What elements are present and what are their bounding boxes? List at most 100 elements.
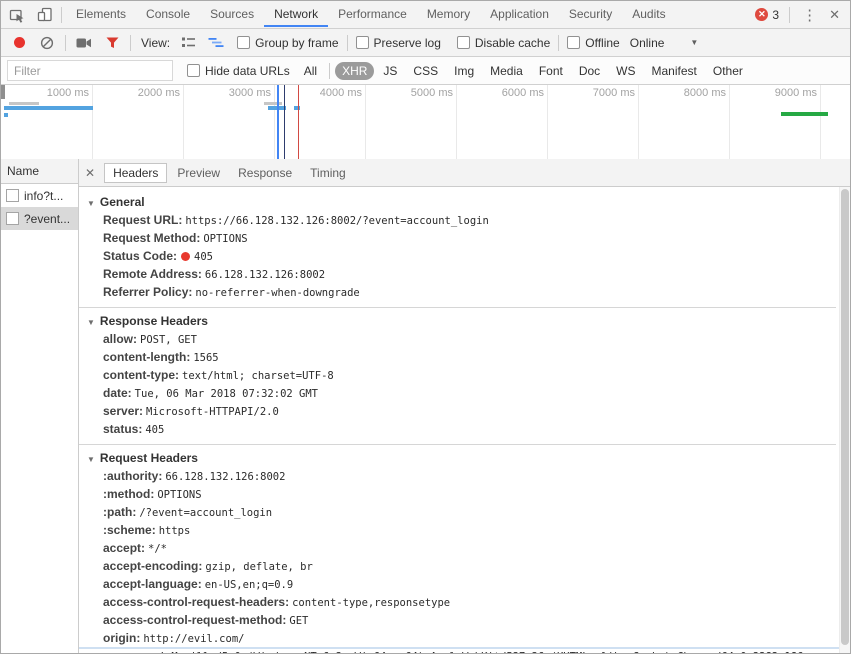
- record-button[interactable]: [8, 33, 30, 53]
- filter-pill-doc[interactable]: Doc: [572, 62, 607, 80]
- request-row[interactable]: info?t...: [1, 184, 78, 207]
- timeline-mark-blue-dash-2: [294, 106, 300, 110]
- throttling-select[interactable]: Online: [630, 36, 665, 50]
- close-detail-icon[interactable]: ✕: [79, 166, 103, 180]
- header-name: accept-language:: [103, 577, 202, 591]
- header-line: server: Microsoft-HTTPAPI/2.0: [79, 403, 836, 421]
- request-name: info?t...: [24, 188, 64, 203]
- header-line: content-length: 1565: [79, 349, 836, 367]
- section-header[interactable]: ▼ Response Headers: [79, 310, 836, 331]
- tab-application[interactable]: Application: [480, 2, 559, 27]
- header-value: Microsoft-HTTPAPI/2.0: [146, 406, 279, 418]
- header-name: Status Code:: [103, 249, 178, 263]
- panel-tabs: Elements Console Sources Network Performance…: [66, 1, 676, 28]
- tabbar-right-controls: ✕ 3 ⋮ ✕: [755, 6, 850, 24]
- tab-security[interactable]: Security: [559, 2, 622, 27]
- devtools-window: Elements Console Sources Network Performance…: [0, 0, 851, 654]
- triangle-down-icon: ▼: [87, 455, 95, 464]
- tab-performance[interactable]: Performance: [328, 2, 417, 27]
- hide-data-urls-checkbox[interactable]: [187, 64, 200, 77]
- header-name: content-type:: [103, 368, 179, 382]
- filter-pill-js[interactable]: JS: [376, 62, 404, 80]
- waterfall-icon: [208, 38, 224, 47]
- header-line: Request URL: https://66.128.132.126:8002/…: [79, 212, 836, 230]
- record-icon: [13, 37, 25, 48]
- timeline-gridline: 9000 ms: [729, 85, 821, 161]
- name-column-header[interactable]: Name: [1, 159, 78, 184]
- group-by-frame-checkbox[interactable]: [237, 36, 251, 49]
- filter-pill-ws[interactable]: WS: [609, 62, 642, 80]
- device-toolbar-icon[interactable]: [33, 5, 57, 25]
- filter-button[interactable]: [101, 33, 123, 53]
- filter-pill-media[interactable]: Media: [483, 62, 530, 80]
- timeline-mark-loading-bar-blue: [4, 106, 93, 110]
- divider: [329, 62, 331, 79]
- error-icon: ✕: [755, 8, 769, 21]
- resource-type-filters: All XHR JS CSS Img Media Font Doc WS Manifest Othe…: [296, 61, 751, 80]
- header-name: Remote Address:: [103, 267, 202, 281]
- tab-console[interactable]: Console: [136, 2, 200, 27]
- funnel-icon: [106, 37, 118, 48]
- header-line: :path:/?event=account_login: [79, 504, 836, 522]
- header-line: accept: */*: [79, 540, 836, 558]
- section-header[interactable]: ▼ Request Headers: [79, 447, 836, 468]
- tab-network[interactable]: Network: [264, 2, 328, 27]
- timeline-gridline: 6000 ms: [456, 85, 548, 161]
- network-overview-timeline[interactable]: 1000 ms 2000 ms 3000 ms 4000 ms 5000 ms 6000 …: [1, 85, 850, 162]
- header-line: :method: OPTIONS: [79, 486, 836, 504]
- timeline-tick-label: 6000 ms: [501, 87, 544, 99]
- scrollbar-thumb[interactable]: [841, 189, 849, 645]
- timeline-gridline: 1000 ms: [1, 85, 93, 161]
- timeline-tick-label: 4000 ms: [319, 87, 362, 99]
- overflow-menu-icon[interactable]: ⋮: [794, 6, 825, 24]
- close-devtools-icon[interactable]: ✕: [825, 7, 850, 23]
- disable-cache-checkbox[interactable]: [456, 36, 470, 49]
- tab-audits[interactable]: Audits: [622, 2, 675, 27]
- filter-pill-css[interactable]: CSS: [406, 62, 445, 80]
- filter-pill-font[interactable]: Font: [532, 62, 570, 80]
- inspect-element-icon[interactable]: [5, 5, 29, 25]
- view-list-button[interactable]: [177, 33, 199, 53]
- tab-sources[interactable]: Sources: [200, 2, 264, 27]
- chevron-down-icon[interactable]: ▼: [690, 38, 698, 47]
- preserve-log-checkbox[interactable]: [355, 36, 369, 49]
- clear-button[interactable]: [36, 33, 58, 53]
- request-row[interactable]: ?event...: [1, 207, 78, 230]
- filter-pill-all[interactable]: All: [297, 62, 324, 80]
- header-name: Request Method:: [103, 231, 201, 245]
- tab-memory[interactable]: Memory: [417, 2, 480, 27]
- requests-panel: Name info?t... ?event...: [1, 159, 79, 653]
- header-name: :scheme:: [103, 523, 156, 537]
- header-line: Status Code: 405: [79, 248, 836, 266]
- filter-pill-other[interactable]: Other: [706, 62, 750, 80]
- header-value: 66.128.132.126:8002: [165, 471, 286, 483]
- filter-input[interactable]: [7, 60, 173, 81]
- header-value: GET: [289, 615, 309, 627]
- tab-preview[interactable]: Preview: [169, 164, 228, 182]
- detail-tabstrip: ✕ Headers Preview Response Timing: [79, 159, 850, 187]
- network-toolbar: View: Group by frame Preserve log Disabl…: [1, 29, 850, 57]
- header-name: allow:: [103, 332, 138, 346]
- filter-pill-img[interactable]: Img: [447, 62, 481, 80]
- header-line: access-control-request-method: GET: [79, 612, 836, 630]
- tab-elements[interactable]: Elements: [66, 2, 136, 27]
- request-detail-pane: ✕ Headers Preview Response Timing ▼ General R…: [79, 159, 850, 653]
- status-dot-icon: [181, 252, 191, 261]
- tab-response[interactable]: Response: [230, 164, 300, 182]
- timeline-mark-chip-blue: [4, 113, 8, 117]
- filter-pill-manifest[interactable]: Manifest: [645, 62, 704, 80]
- capture-screenshots-button[interactable]: [73, 33, 95, 53]
- tab-headers[interactable]: Headers: [104, 162, 168, 183]
- section-request-headers: ▼ Request Headers:authority: 66.128.132.12…: [79, 447, 836, 653]
- error-count: 3: [772, 7, 780, 22]
- filter-pill-xhr[interactable]: XHR: [335, 61, 375, 80]
- headers-content: ▼ General Request URL: https://66.128.132.1…: [79, 187, 850, 653]
- tab-timing[interactable]: Timing: [302, 164, 354, 182]
- camera-icon: [76, 38, 91, 47]
- vertical-scrollbar[interactable]: [839, 187, 850, 653]
- view-waterfall-button[interactable]: [205, 33, 227, 53]
- request-name: ?event...: [24, 211, 71, 226]
- section-header[interactable]: ▼ General: [79, 191, 836, 212]
- offline-checkbox[interactable]: [567, 36, 581, 49]
- console-error-badge[interactable]: ✕ 3: [755, 8, 779, 22]
